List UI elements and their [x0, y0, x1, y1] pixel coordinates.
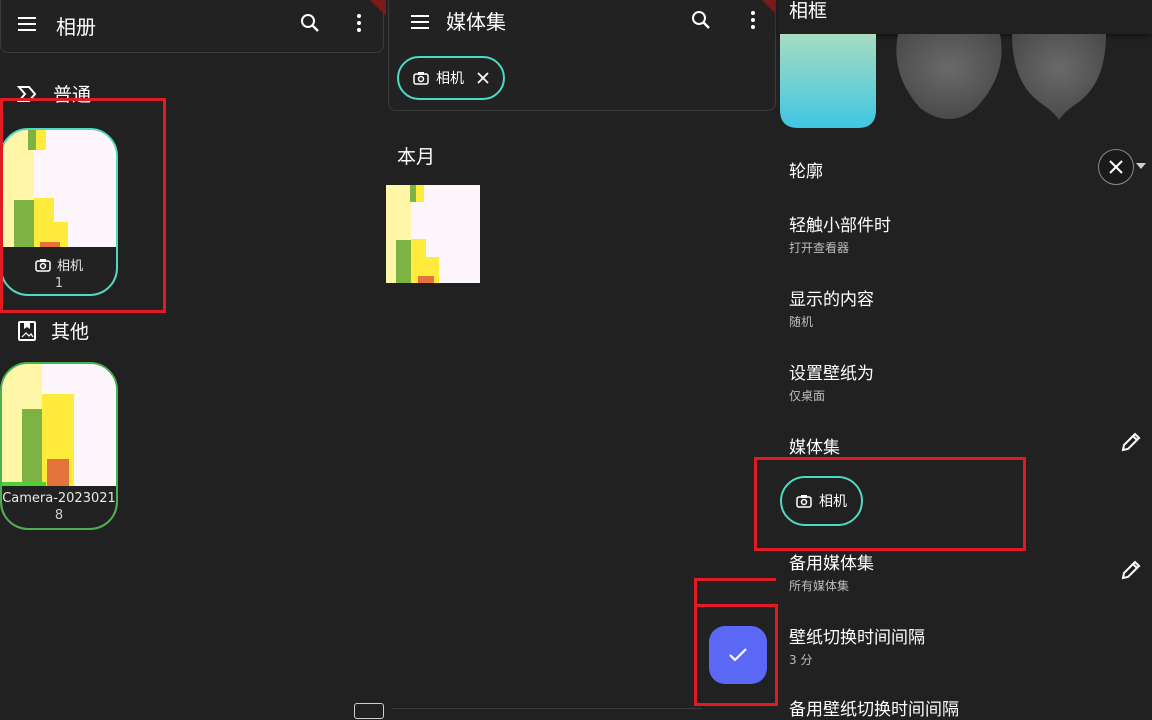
setting-title: 轮廓	[789, 162, 823, 182]
setting-title: 轻触小部件时	[789, 216, 891, 236]
menu-icon[interactable]	[15, 12, 39, 36]
setting-title: 媒体集	[789, 438, 840, 458]
setting-subtitle: 所有媒体集	[789, 579, 850, 593]
chip-label: 相机	[436, 71, 464, 87]
highlight-box	[0, 98, 166, 313]
page-title: 相册	[56, 15, 96, 39]
highlight-line	[694, 578, 697, 606]
bookmark-photo-icon	[17, 320, 37, 342]
dropdown-arrow-icon[interactable]	[1136, 163, 1146, 169]
section-title: 其他	[51, 321, 90, 343]
close-icon[interactable]	[477, 72, 489, 84]
collections-app-bar: 媒体集 相机	[388, 0, 776, 111]
search-icon[interactable]	[298, 11, 322, 35]
album-card-camera-2023021[interactable]: Camera-2023021 8	[0, 362, 118, 530]
page-title: 媒体集	[446, 10, 506, 34]
albums-app-bar: 相册	[0, 0, 384, 53]
header-title: 相框	[789, 0, 828, 22]
albums-panel: 相册 普通 相机 1 其他 Camera-2023021 8	[0, 0, 386, 713]
frame-shape-previews	[780, 34, 1106, 128]
partial-element	[354, 703, 384, 719]
pencil-icon[interactable]	[1120, 431, 1142, 453]
menu-icon[interactable]	[408, 10, 432, 34]
more-vert-icon[interactable]	[347, 11, 371, 35]
setting-subtitle: 随机	[789, 315, 814, 329]
widget-settings-panel: 相框 轮廓 轻触小部件时 打开查看器 显示的内容 随机 设置壁纸为 仅桌面 媒体…	[778, 0, 1152, 720]
album-count: 8	[54, 508, 64, 523]
album-thumbnail	[2, 364, 116, 490]
bottom-divider	[392, 708, 702, 719]
setting-subtitle: 打开查看器	[789, 241, 850, 255]
setting-fallback-interval[interactable]: 备用壁纸切换时间间隔	[789, 695, 959, 720]
setting-subtitle: 仅桌面	[789, 389, 826, 403]
setting-wallpaper-target[interactable]: 设置壁纸为 仅桌面	[789, 359, 874, 404]
filter-chip-camera[interactable]: 相机	[397, 56, 505, 100]
setting-title: 显示的内容	[789, 290, 874, 310]
section-header-other: 其他	[17, 317, 89, 344]
setting-displayed-content[interactable]: 显示的内容 随机	[789, 285, 874, 330]
album-name: Camera-2023021	[2, 491, 116, 506]
album-caption: Camera-2023021 8	[2, 486, 116, 528]
close-icon[interactable]	[1098, 149, 1134, 185]
panel-corner	[762, 0, 776, 14]
setting-title: 备用壁纸切换时间间隔	[789, 700, 959, 720]
setting-wallpaper-interval[interactable]: 壁纸切换时间间隔 3 分	[789, 623, 925, 668]
search-icon[interactable]	[689, 8, 713, 32]
check-icon	[727, 644, 749, 666]
camera-icon	[413, 71, 429, 85]
setting-collections[interactable]: 媒体集	[789, 433, 840, 458]
highlight-box	[754, 457, 1026, 551]
setting-title: 备用媒体集	[789, 554, 874, 574]
pencil-icon[interactable]	[1120, 559, 1142, 581]
panel-corner	[370, 0, 386, 16]
setting-title: 壁纸切换时间间隔	[789, 628, 925, 648]
highlight-line	[694, 578, 776, 581]
settings-header: 相框	[778, 0, 1152, 34]
setting-tap-action[interactable]: 轻触小部件时 打开查看器	[789, 211, 891, 256]
setting-fallback-collections[interactable]: 备用媒体集 所有媒体集	[789, 549, 874, 594]
setting-subtitle: 3 分	[789, 653, 813, 667]
confirm-fab[interactable]	[709, 626, 767, 684]
section-title-this-month: 本月	[397, 146, 436, 168]
setting-title: 设置壁纸为	[789, 364, 874, 384]
media-thumbnail[interactable]	[386, 185, 480, 283]
setting-outline[interactable]: 轮廓	[789, 157, 823, 182]
